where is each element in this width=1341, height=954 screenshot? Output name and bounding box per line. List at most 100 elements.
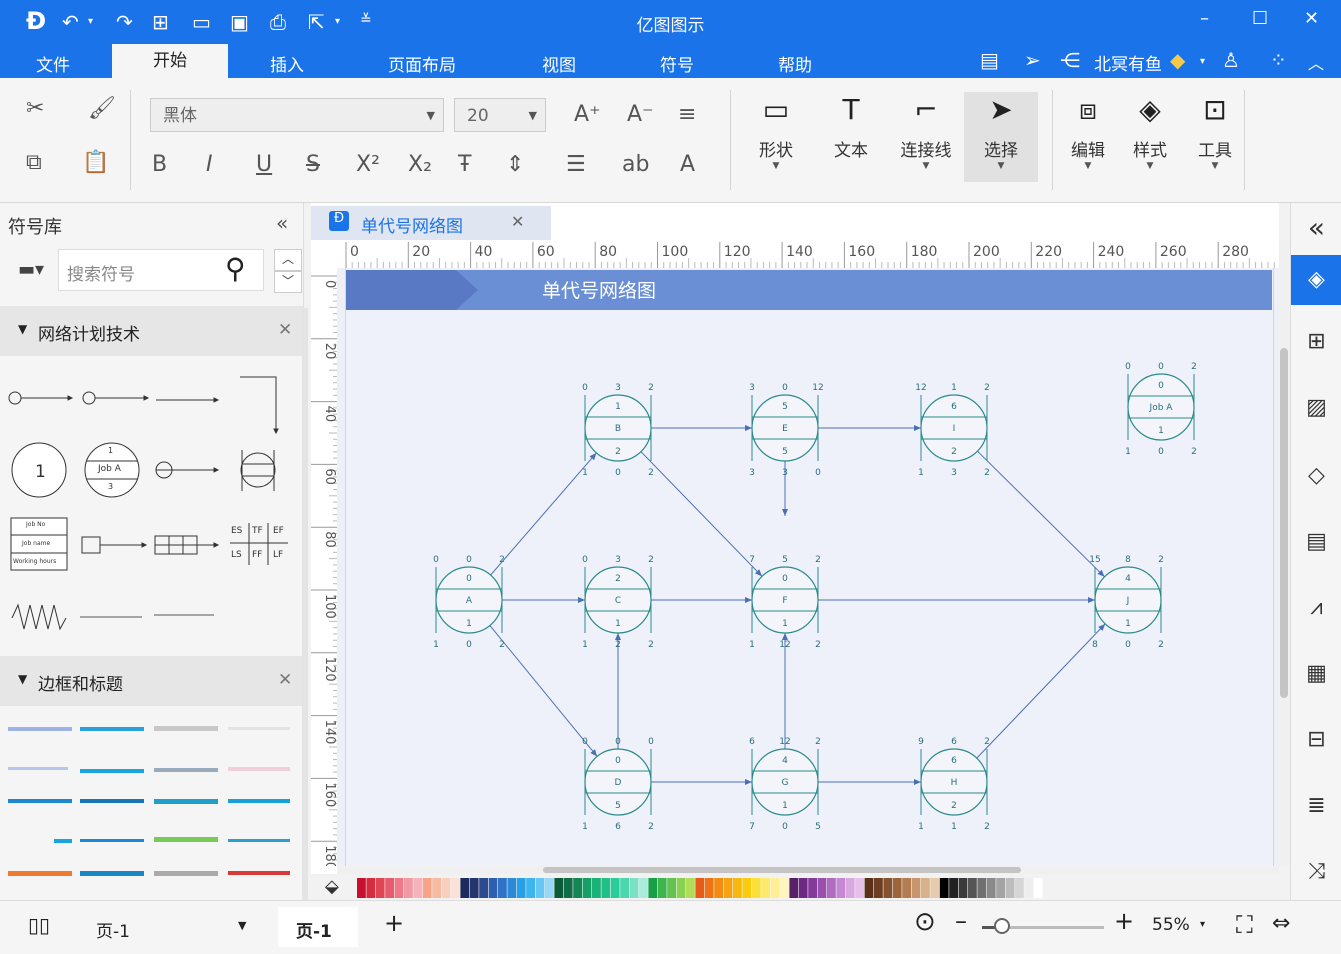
color-swatch[interactable]	[930, 878, 940, 898]
network-node[interactable]: 4 G 1 6 12 2 7 0 5	[749, 737, 821, 832]
color-swatch[interactable]	[695, 878, 705, 898]
color-swatch[interactable]	[357, 878, 366, 898]
color-swatch[interactable]	[704, 878, 714, 898]
color-swatch[interactable]	[1033, 878, 1043, 898]
color-swatch[interactable]	[911, 878, 921, 898]
color-swatch[interactable]	[770, 878, 780, 898]
color-swatch[interactable]	[817, 878, 827, 898]
color-swatch[interactable]	[921, 878, 930, 898]
zoom-dropdown-icon[interactable]: ▾	[1200, 919, 1205, 930]
color-swatch[interactable]	[939, 878, 949, 898]
color-swatch[interactable]	[422, 878, 432, 898]
expand-panel-icon[interactable]: «	[1291, 203, 1341, 253]
color-swatch[interactable]	[620, 878, 629, 898]
vertical-scroll-thumb[interactable]	[1280, 348, 1288, 698]
network-node[interactable]: 4 J 1 15 8 2 8 0 2	[1089, 555, 1164, 650]
color-swatch[interactable]	[507, 878, 517, 898]
color-swatch[interactable]	[686, 878, 695, 898]
color-swatch[interactable]	[498, 878, 507, 898]
add-page-icon[interactable]: +	[384, 909, 404, 937]
color-swatch[interactable]	[667, 878, 676, 898]
zoom-slider[interactable]	[982, 918, 1104, 934]
color-swatch[interactable]	[545, 878, 554, 898]
grid-layout-icon[interactable]: ⊞	[1291, 317, 1341, 367]
color-swatch[interactable]	[592, 878, 601, 898]
color-swatch[interactable]	[488, 878, 498, 898]
color-swatch[interactable]	[883, 878, 893, 898]
color-swatch[interactable]	[780, 878, 789, 898]
org-chart-icon[interactable]: ⊟	[1291, 715, 1341, 765]
network-node[interactable]: 0 A 1 0 0 2 1 0 2	[433, 555, 505, 650]
horizontal-scroll-thumb[interactable]	[543, 867, 1021, 873]
page-tab[interactable]: 页-1	[278, 907, 358, 947]
color-swatch[interactable]	[366, 878, 376, 898]
color-swatch[interactable]	[657, 878, 667, 898]
zoom-level[interactable]: 55%	[1152, 915, 1190, 935]
color-swatch[interactable]	[413, 878, 423, 898]
color-swatch[interactable]	[441, 878, 451, 898]
color-swatch[interactable]	[385, 878, 394, 898]
page-panel-icon[interactable]: ▯▯	[28, 913, 50, 937]
vertical-scrollbar[interactable]	[1279, 240, 1290, 866]
play-icon[interactable]: ⊙	[914, 907, 936, 937]
page-list-icon[interactable]: ▤	[1291, 517, 1341, 567]
network-node[interactable]: 6I212 1 21 3 2	[915, 383, 990, 478]
color-swatch[interactable]	[977, 878, 987, 898]
color-swatch[interactable]	[845, 878, 855, 898]
color-swatch[interactable]	[639, 878, 648, 898]
zoom-in-icon[interactable]: +	[1114, 907, 1134, 935]
chart-icon[interactable]: ⩘	[1291, 583, 1341, 633]
network-node[interactable]: 0 Job A 1 0 0 2 1 0 2	[1125, 362, 1197, 457]
color-swatch[interactable]	[535, 878, 545, 898]
color-swatch[interactable]	[375, 878, 385, 898]
zoom-slider-thumb[interactable]	[994, 918, 1010, 934]
fill-style-icon[interactable]: ◈	[1291, 255, 1341, 305]
shuffle-icon[interactable]: ⤨	[1291, 847, 1341, 897]
color-swatch[interactable]	[761, 878, 770, 898]
network-node[interactable]: 6 H 2 9 6 2 1 1 2	[918, 737, 990, 832]
color-swatch[interactable]	[582, 878, 592, 898]
color-swatch[interactable]	[949, 878, 958, 898]
zoom-out-icon[interactable]: –	[955, 907, 967, 935]
collapse-ribbon-icon[interactable]: ︿	[1308, 50, 1324, 74]
color-swatch[interactable]	[451, 878, 460, 898]
color-swatch[interactable]	[958, 878, 968, 898]
color-swatch[interactable]	[902, 878, 911, 898]
color-swatch[interactable]	[404, 878, 413, 898]
color-swatch[interactable]	[629, 878, 639, 898]
layers-icon[interactable]: ◇	[1291, 451, 1341, 501]
color-swatch[interactable]	[996, 878, 1005, 898]
color-swatch[interactable]	[573, 878, 582, 898]
color-swatch[interactable]	[855, 878, 864, 898]
table-icon[interactable]: ▦	[1291, 649, 1341, 699]
color-swatch[interactable]	[648, 878, 658, 898]
color-swatch[interactable]	[892, 878, 902, 898]
color-swatch[interactable]	[827, 878, 836, 898]
color-swatch[interactable]	[808, 878, 817, 898]
color-swatch[interactable]	[479, 878, 488, 898]
color-swatch[interactable]	[789, 878, 799, 898]
fill-bucket-icon[interactable]: ⬙	[325, 876, 339, 897]
color-swatch[interactable]	[469, 878, 479, 898]
close-icon[interactable]: ✕	[1304, 8, 1319, 29]
horizontal-scrollbar[interactable]	[337, 866, 1279, 874]
color-swatch[interactable]	[751, 878, 761, 898]
color-swatch[interactable]	[554, 878, 564, 898]
fit-width-icon[interactable]: ⇔	[1272, 911, 1290, 936]
color-swatch[interactable]	[1024, 878, 1034, 898]
color-swatch[interactable]	[836, 878, 846, 898]
color-swatch[interactable]	[733, 878, 742, 898]
page-title[interactable]: 单代号网络图	[542, 276, 656, 303]
color-swatch[interactable]	[798, 878, 808, 898]
presentation-icon[interactable]: ≣	[1291, 781, 1341, 831]
color-swatch[interactable]	[1015, 878, 1024, 898]
color-swatch[interactable]	[742, 878, 752, 898]
color-swatch[interactable]	[432, 878, 441, 898]
network-node[interactable]: 1 B 2 0 3 2 1 0 2	[582, 383, 654, 478]
color-swatch[interactable]	[1005, 878, 1015, 898]
color-swatch[interactable]	[968, 878, 977, 898]
image-icon[interactable]: ▨	[1291, 383, 1341, 433]
color-swatch[interactable]	[864, 878, 874, 898]
color-swatch[interactable]	[563, 878, 573, 898]
color-swatch[interactable]	[714, 878, 723, 898]
